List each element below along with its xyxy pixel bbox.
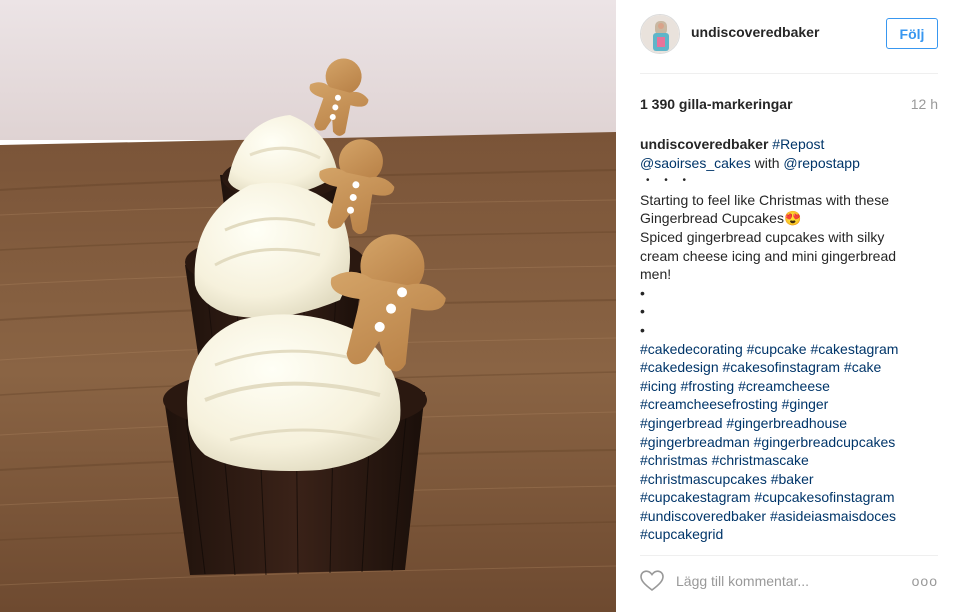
hashtag-link[interactable]: #christmas [640, 452, 708, 468]
avatar[interactable] [640, 14, 680, 54]
heart-outline-icon[interactable] [640, 570, 664, 592]
hashtag-link[interactable]: #christmascake [712, 452, 809, 468]
hashtag-link[interactable]: #Repost [772, 136, 824, 152]
hashtag-link[interactable]: #frosting [680, 378, 734, 394]
hashtag-link[interactable]: #cakedesign [640, 359, 719, 375]
more-options-icon[interactable]: ooo [912, 573, 938, 589]
caption-text: Gingerbread Cupcakes😍 [640, 210, 802, 227]
hashtag-link[interactable]: #cupcake [747, 341, 807, 357]
mention-link[interactable]: @repostapp [783, 155, 859, 171]
post-header: undiscoveredbaker Följ [640, 0, 938, 74]
post-photo[interactable] [0, 0, 616, 612]
comment-bar: ooo [640, 555, 938, 612]
likes-row: 1 390 gilla-markeringar 12 h [640, 96, 938, 116]
hashtag-link[interactable]: #ginger [782, 396, 829, 412]
hashtag-link[interactable]: #cupcakestagram [640, 489, 751, 505]
caption-text: men! [640, 266, 672, 283]
caption-text: Starting to feel like Christmas with the… [640, 191, 889, 208]
caption-text: cream cheese icing and mini gingerbread [640, 247, 897, 264]
hashtag-link[interactable]: #cakestagram [810, 341, 898, 357]
hashtag-link[interactable]: #cupcakegrid [640, 526, 723, 542]
caption-bullet: • [640, 303, 645, 320]
hashtag-link[interactable]: #gingerbreadman [640, 434, 750, 450]
caption-dots: • • • [646, 175, 693, 187]
hashtag-link[interactable]: #creamcheese [738, 378, 830, 394]
post-caption: undiscoveredbaker #Repost @saoirses_cake… [640, 135, 938, 544]
likes-count[interactable]: 1 390 gilla-markeringar [640, 96, 793, 112]
hashtag-link[interactable]: #asideiasmaisdoces [770, 508, 896, 524]
hashtag-link[interactable]: #cupcakesofinstagram [754, 489, 894, 505]
post-sidebar: undiscoveredbaker Följ 1 390 gilla-marke… [616, 0, 960, 612]
comment-input[interactable] [676, 571, 896, 591]
hashtag-link[interactable]: #christmascupcakes [640, 471, 767, 487]
caption-text: Spiced gingerbread cupcakes with silky [640, 228, 885, 245]
hashtag-link[interactable]: #icing [640, 378, 677, 394]
caption-username-link[interactable]: undiscoveredbaker [640, 136, 768, 152]
username-link[interactable]: undiscoveredbaker [691, 24, 819, 40]
follow-button[interactable]: Följ [886, 18, 938, 49]
hashtag-link[interactable]: #baker [771, 471, 814, 487]
hashtag-link[interactable]: #gingerbreadcupcakes [754, 434, 896, 450]
hashtag-link[interactable]: #gingerbreadhouse [726, 415, 847, 431]
mention-link[interactable]: @saoirses_cakes [640, 155, 751, 171]
hashtag-link[interactable]: #cakesofinstagram [723, 359, 841, 375]
hashtag-link[interactable]: #undiscoveredbaker [640, 508, 766, 524]
cupcake-image [0, 0, 616, 612]
caption-text: with [754, 154, 780, 171]
hashtag-link[interactable]: #gingerbread [640, 415, 723, 431]
avatar-image [641, 15, 679, 53]
hashtag-link[interactable]: #cake [844, 359, 881, 375]
hashtag-link[interactable]: #cakedecorating [640, 341, 743, 357]
caption-bullet: • [640, 284, 645, 301]
caption-bullet: • [640, 321, 645, 338]
hashtag-link[interactable]: #creamcheesefrosting [640, 396, 778, 412]
post-time[interactable]: 12 h [911, 96, 938, 112]
